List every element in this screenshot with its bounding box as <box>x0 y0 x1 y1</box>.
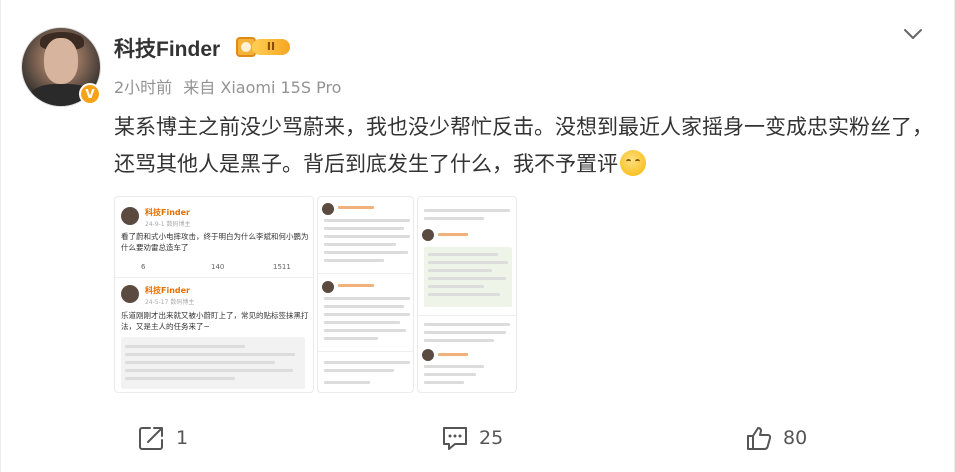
verified-icon: V <box>79 83 101 105</box>
thumbs-up-icon <box>747 427 772 450</box>
mini-avatar <box>121 285 139 303</box>
mini-author-name: 科技Finder <box>145 208 190 217</box>
mini-divider <box>115 277 313 278</box>
mini-post-text: 看了蔚和式小电摔攻击，终于明白为什么李斌和何小鹏为什么要劝雷总造车了 <box>121 232 309 252</box>
post-text: 某系博主之前没少骂蔚来，我也没少帮忙反击。没想到最近人家摇身一变成忠实粉丝了，还… <box>114 115 933 176</box>
comment-button[interactable]: 25 <box>441 418 503 458</box>
post-meta: 2小时前 来自 Xiaomi 15S Pro <box>114 74 347 98</box>
mini-date: 24-9-1 <box>145 221 165 228</box>
comment-count: 25 <box>479 427 504 449</box>
image-thumbnail-1[interactable]: 科技Finder 24-9-1 数码博主 看了蔚和式小电摔攻击，终于明白为什么李… <box>114 196 314 393</box>
author-avatar[interactable]: V <box>21 27 103 109</box>
author-name[interactable]: 科技Finder <box>114 33 220 63</box>
mini-subtitle: 数码博主 <box>166 221 191 228</box>
image-thumbnail-3[interactable] <box>417 196 517 393</box>
share-button[interactable]: 1 <box>138 418 188 458</box>
cover-face-emoji-icon <box>620 150 646 176</box>
mini-share-count: 6 <box>141 263 146 271</box>
weibo-post-card: V 科技Finder II 2小时前 来自 Xiaomi 15S Pro 某系博… <box>0 0 955 472</box>
level-badge-label: II <box>252 39 290 55</box>
mini-avatar <box>121 207 139 225</box>
mini-author-name: 科技Finder <box>145 286 190 295</box>
share-count: 1 <box>176 427 189 449</box>
post-time[interactable]: 2小时前 <box>114 78 172 97</box>
level-badge[interactable]: II <box>236 37 290 57</box>
comment-icon <box>443 427 467 450</box>
post-body: 某系博主之前没少骂蔚来，我也没少帮忙反击。没想到最近人家摇身一变成忠实粉丝了，还… <box>114 109 934 183</box>
mini-date: 24-5-17 <box>145 299 169 306</box>
mini-comment-count: 140 <box>211 263 225 271</box>
action-bar: 1 25 80 <box>1 418 955 458</box>
like-button[interactable]: 80 <box>745 418 807 458</box>
post-source: 来自 Xiaomi 15S Pro <box>183 78 342 97</box>
image-thumbnail-2[interactable] <box>317 196 414 393</box>
mini-post-text: 乐道刚刚才出来就又被小蔚盯上了，常见的贴标签抹黑打法，又是主人的任务来了~ <box>121 311 309 331</box>
more-options-button[interactable] <box>901 24 925 44</box>
image-grid: 科技Finder 24-9-1 数码博主 看了蔚和式小电摔攻击，终于明白为什么李… <box>114 196 517 393</box>
share-icon <box>139 427 163 450</box>
mini-like-count: 1511 <box>273 263 291 271</box>
mini-subtitle: 数码博主 <box>170 299 195 306</box>
like-count: 80 <box>783 427 808 449</box>
chevron-down-icon <box>904 29 922 39</box>
